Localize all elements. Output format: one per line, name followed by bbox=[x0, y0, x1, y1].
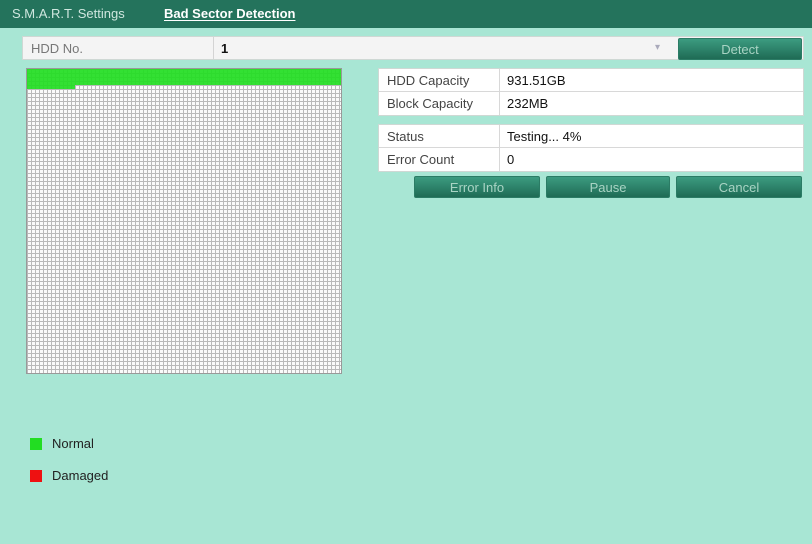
hdd-number-label: HDD No. bbox=[31, 41, 84, 56]
chevron-down-icon[interactable]: ▾ bbox=[655, 42, 660, 53]
hdd-number-value: 1 bbox=[221, 41, 229, 56]
error-count-value: 0 bbox=[507, 152, 515, 167]
tab-bad-sector-detection[interactable]: Bad Sector Detection bbox=[164, 6, 295, 21]
scanned-blocks-partial bbox=[27, 85, 75, 89]
status-label: Status bbox=[387, 129, 424, 144]
status-value: Testing... 4% bbox=[507, 129, 582, 144]
block-capacity-value: 232MB bbox=[507, 96, 549, 111]
tab-smart-settings[interactable]: S.M.A.R.T. Settings bbox=[12, 6, 125, 21]
damaged-swatch bbox=[30, 470, 42, 482]
cell-separator bbox=[499, 125, 500, 147]
hdd-capacity-value: 931.51GB bbox=[507, 73, 566, 88]
legend-normal-label: Normal bbox=[52, 436, 94, 451]
status-row: Status Testing... 4% bbox=[379, 125, 803, 148]
scanned-blocks-row bbox=[27, 69, 341, 85]
hdd-capacity-row: HDD Capacity 931.51GB bbox=[379, 69, 803, 92]
legend-damaged-label: Damaged bbox=[52, 468, 109, 483]
error-count-row: Error Count 0 bbox=[379, 148, 803, 171]
error-info-button[interactable]: Error Info bbox=[414, 176, 540, 198]
hdd-divider bbox=[213, 37, 214, 59]
status-info-table: Status Testing... 4% Error Count 0 bbox=[378, 124, 804, 172]
sector-map-grid bbox=[26, 68, 342, 374]
block-capacity-row: Block Capacity 232MB bbox=[379, 92, 803, 115]
cancel-button[interactable]: Cancel bbox=[676, 176, 802, 198]
cell-separator bbox=[499, 148, 500, 171]
detect-button[interactable]: Detect bbox=[678, 38, 802, 60]
normal-swatch bbox=[30, 438, 42, 450]
hdd-capacity-label: HDD Capacity bbox=[387, 73, 470, 88]
capacity-info-table: HDD Capacity 931.51GB Block Capacity 232… bbox=[378, 68, 804, 116]
pause-button[interactable]: Pause bbox=[546, 176, 670, 198]
error-count-label: Error Count bbox=[387, 152, 455, 167]
top-tab-bar: S.M.A.R.T. Settings Bad Sector Detection bbox=[0, 0, 812, 28]
cell-separator bbox=[499, 69, 500, 91]
block-capacity-label: Block Capacity bbox=[387, 96, 473, 111]
cell-separator bbox=[499, 92, 500, 115]
